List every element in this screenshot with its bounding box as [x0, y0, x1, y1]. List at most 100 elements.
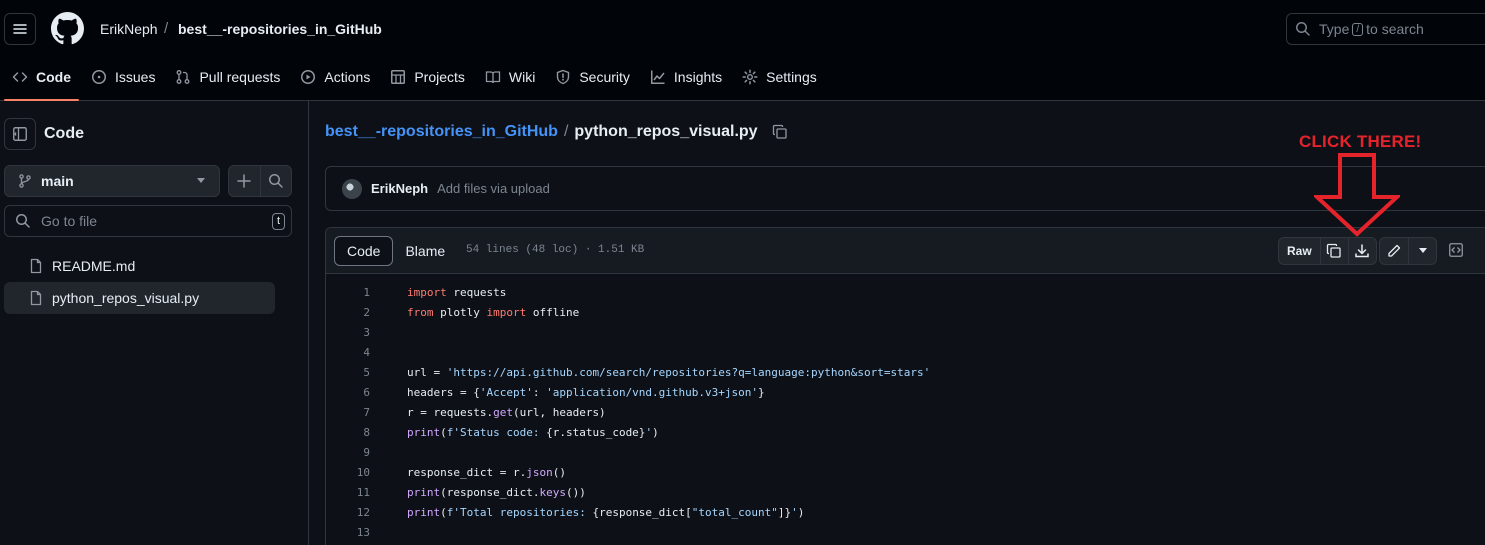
line-source: r = requests.get(url, headers) [370, 406, 606, 419]
sidebar-title: Code [44, 125, 84, 142]
line-source: url = 'https://api.github.com/search/rep… [370, 366, 930, 379]
tab-pull-requests[interactable]: Pull requests [167, 60, 288, 94]
code-line: 12 print(f'Total repositories: {response_… [326, 502, 1485, 522]
line-source: import requests [370, 286, 506, 299]
code-token: ( [440, 425, 447, 439]
line-number[interactable]: 13 [326, 526, 370, 539]
tab-wiki[interactable]: Wiki [477, 60, 543, 94]
code-line: 4 [326, 342, 1485, 362]
repo-header: ErikNeph / best__-repositories_in_GitHub… [0, 0, 1485, 101]
copy-raw-button[interactable] [1319, 238, 1348, 264]
code-line: 5 url = 'https://api.github.com/search/re… [326, 362, 1485, 382]
download-raw-button[interactable] [1347, 238, 1376, 264]
blame-view-button[interactable]: Blame [393, 236, 457, 266]
tab-label: Code [36, 69, 71, 85]
path-file-name: python_repos_visual.py [574, 123, 758, 140]
code-token: 'https://api.github.com/search/repositor… [446, 365, 931, 379]
code-line: 10 response_dict = r.json() [326, 462, 1485, 482]
arrow-down-icon [1314, 153, 1400, 237]
commit-author[interactable]: ErikNeph [371, 181, 428, 196]
code-token: ) [652, 425, 659, 439]
add-file-button[interactable] [229, 166, 260, 196]
line-number[interactable]: 4 [326, 346, 370, 359]
search-files-button[interactable] [259, 166, 291, 196]
code-line: 7r = requests.get(url, headers) [326, 402, 1485, 422]
code-line: 8 print(f'Status code: {r.status_code}') [326, 422, 1485, 442]
line-number[interactable]: 8 [326, 426, 370, 439]
code-view-button[interactable]: Code [334, 236, 394, 266]
copy-path-icon[interactable] [772, 124, 788, 140]
code-token: from [407, 305, 434, 319]
breadcrumb-owner-link[interactable]: ErikNeph [100, 21, 158, 37]
file-path-breadcrumb: best__-repositories_in_GitHub / python_r… [325, 123, 788, 141]
chevron-down-icon [1418, 248, 1427, 253]
tab-code[interactable]: Code [4, 60, 79, 101]
play-icon [301, 70, 316, 84]
file-name: python_repos_visual.py [52, 290, 200, 306]
code-token: {response_dict[ [592, 505, 692, 519]
pencil-icon [1388, 244, 1401, 257]
tab-label: Security [579, 69, 630, 85]
collapse-sidebar-button[interactable] [4, 118, 36, 150]
code-line: 3 [326, 322, 1485, 342]
commit-message[interactable]: Add files via upload [437, 181, 550, 196]
hamburger-icon [13, 24, 27, 34]
file-tree-item[interactable]: README.md [4, 250, 275, 282]
tab-label: Projects [414, 69, 465, 85]
file-tree-item-selected[interactable]: python_repos_visual.py [4, 282, 275, 314]
code-token: "total_count" [691, 505, 778, 519]
code-token: json [526, 465, 553, 479]
code-token: print [407, 505, 441, 519]
line-number[interactable]: 9 [326, 446, 370, 459]
line-number[interactable]: 11 [326, 486, 370, 499]
code-token: f'Total repositories: [446, 505, 593, 519]
book-icon [485, 71, 501, 84]
line-number[interactable]: 12 [326, 506, 370, 519]
edit-file-button[interactable] [1380, 238, 1408, 264]
raw-button[interactable]: Raw [1279, 238, 1320, 264]
code-token: response_dict = r. [407, 465, 527, 479]
line-source: print(response_dict.keys()) [370, 486, 586, 499]
tab-projects[interactable]: Projects [382, 60, 473, 94]
code-token: ]} [777, 505, 792, 519]
search-input[interactable]: Type / to search [1286, 13, 1485, 45]
tab-label: Insights [673, 69, 723, 85]
line-number[interactable]: 3 [326, 326, 370, 339]
edit-options-dropdown[interactable] [1408, 238, 1436, 264]
line-source: headers = {'Accept': 'application/vnd.gi… [370, 386, 765, 399]
breadcrumb-repo-link[interactable]: best__-repositories_in_GitHub [178, 21, 382, 37]
line-number[interactable]: 7 [326, 406, 370, 419]
tab-security[interactable]: Security [547, 60, 638, 94]
tab-label: Settings [766, 69, 817, 85]
line-number[interactable]: 1 [326, 286, 370, 299]
search-shortcut-key: / [1352, 22, 1364, 36]
code-square-icon [1449, 243, 1463, 257]
code-token: ) [797, 505, 805, 519]
raw-copy-download-group: Raw [1278, 237, 1377, 265]
code-token: ' [791, 505, 798, 519]
tab-actions[interactable]: Actions [292, 60, 378, 94]
menu-button[interactable] [4, 13, 36, 45]
line-number[interactable]: 5 [326, 366, 370, 379]
go-to-file-input[interactable]: Go to file t [4, 205, 292, 237]
line-number[interactable]: 6 [326, 386, 370, 399]
tab-settings[interactable]: Settings [734, 60, 825, 94]
tab-issues[interactable]: Issues [83, 60, 163, 94]
file-viewer-header: Code Blame 54 lines (48 loc) · 1.51 KB R… [326, 228, 1485, 274]
github-logo-icon[interactable] [51, 12, 84, 45]
code-token: f'Status code: [446, 425, 547, 439]
path-repo-link[interactable]: best__-repositories_in_GitHub [325, 123, 558, 141]
tab-insights[interactable]: Insights [642, 60, 730, 94]
branch-selector[interactable]: main [4, 165, 220, 197]
code-listing: 1 import requests 2 from plotly import offl… [326, 282, 1485, 542]
line-source: from plotly import offline [370, 306, 579, 319]
code-token: ()) [565, 485, 586, 499]
code-token: {r.status_code} [546, 425, 646, 439]
symbols-button[interactable] [1442, 237, 1470, 263]
avatar[interactable] [342, 178, 362, 199]
branch-name: main [41, 173, 74, 189]
symbols-panel-toggle[interactable] [1442, 237, 1470, 265]
code-line: 1 import requests [326, 282, 1485, 302]
line-number[interactable]: 2 [326, 306, 370, 319]
line-number[interactable]: 10 [326, 466, 370, 479]
